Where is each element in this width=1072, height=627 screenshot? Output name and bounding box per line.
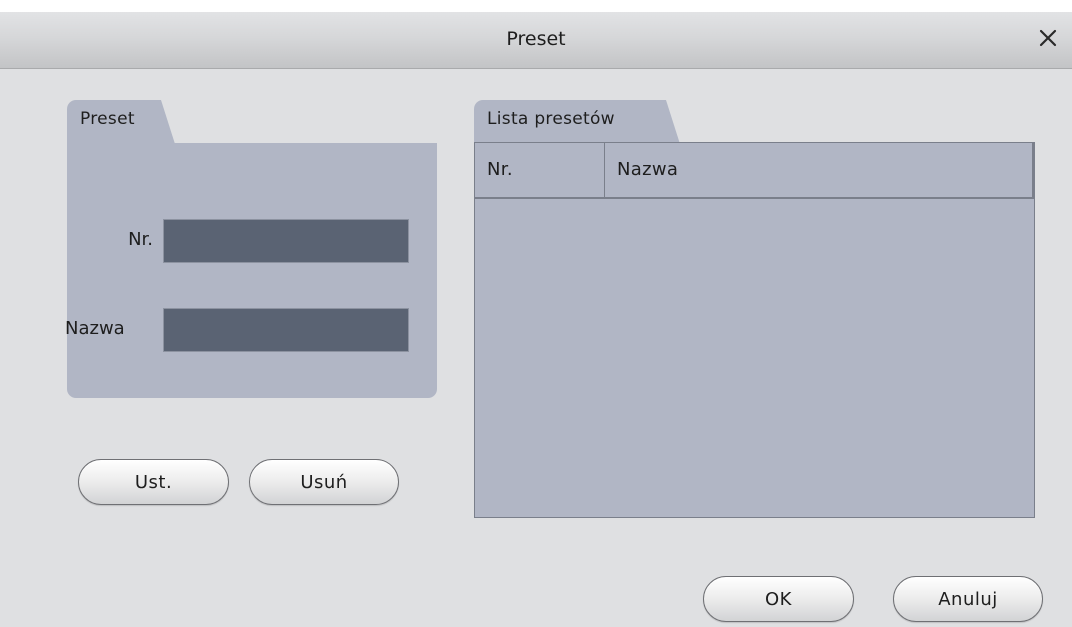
preset-dialog: Preset Preset Nr. Nazwa Ust. Usuń Lista … (0, 12, 1072, 627)
preset-list-title: Lista presetów (487, 109, 615, 129)
preset-group-title: Preset (80, 109, 135, 129)
column-header-nr[interactable]: Nr. (475, 143, 605, 197)
column-header-name[interactable]: Nazwa (605, 143, 1034, 197)
preset-group-tab: Preset (67, 100, 157, 144)
delete-preset-button[interactable]: Usuń (249, 459, 399, 505)
title-bar[interactable]: Preset (0, 12, 1072, 69)
cancel-button[interactable]: Anuluj (893, 576, 1043, 622)
ok-button[interactable]: OK (703, 576, 854, 622)
name-label: Nazwa (65, 318, 125, 339)
set-preset-button[interactable]: Ust. (78, 459, 229, 505)
table-header: Nr. Nazwa (475, 143, 1034, 199)
preset-list-tab: Lista presetów (474, 100, 662, 144)
close-button[interactable] (1034, 24, 1062, 52)
name-input[interactable] (163, 308, 409, 352)
close-icon (1039, 29, 1057, 47)
preset-group-panel: Nr. Nazwa (65, 143, 437, 398)
nr-label: Nr. (128, 229, 153, 250)
dialog-title: Preset (506, 28, 566, 50)
preset-list-table[interactable]: Nr. Nazwa (474, 142, 1035, 518)
nr-input[interactable] (163, 219, 409, 263)
